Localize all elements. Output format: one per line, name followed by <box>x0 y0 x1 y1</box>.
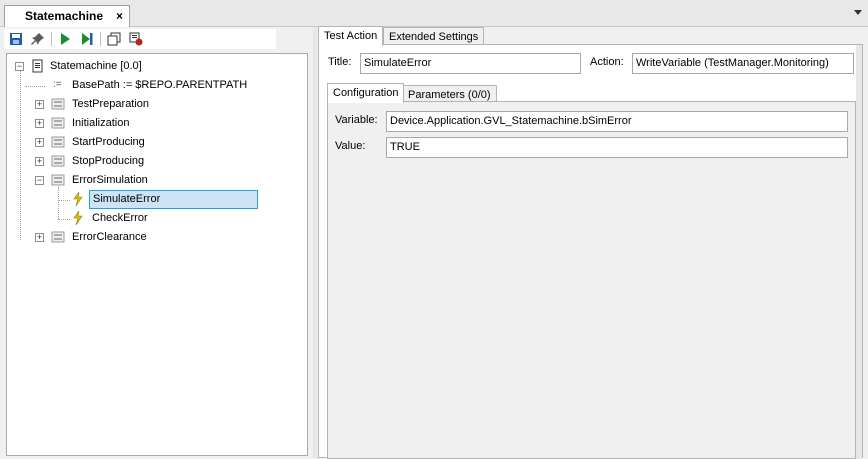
assignment-icon: := <box>53 79 62 90</box>
copy-icon <box>107 32 121 46</box>
step-icon <box>82 33 93 45</box>
tree-item-label: ErrorSimulation <box>72 174 148 186</box>
toolbar-separator <box>100 32 101 46</box>
expand-toggle[interactable]: + <box>35 138 44 147</box>
variable-field[interactable]: Device.Application.GVL_Statemachine.bSim… <box>386 111 848 132</box>
tree-item-label: Initialization <box>72 117 130 129</box>
test-action-page: Title: SimulateError Action: WriteVariab… <box>318 44 863 459</box>
breakpoint-icon <box>129 32 143 46</box>
toolbar-separator <box>51 32 52 46</box>
tree-root[interactable]: − Statemachine [0.0] <box>11 57 301 76</box>
collapse-root-toggle[interactable]: − <box>15 62 24 71</box>
sequence-icon <box>51 98 65 110</box>
tree-item-basepath[interactable]: := BasePath := $REPO.PARENTPATH <box>11 76 301 95</box>
tree-item-checkerror[interactable]: CheckError <box>11 209 301 228</box>
toggle-breakpoint-button[interactable] <box>127 30 145 48</box>
action-field[interactable]: WriteVariable (TestManager.Monitoring) <box>632 53 854 74</box>
variable-label: Variable: <box>335 114 378 126</box>
tree-toolbar <box>4 29 276 49</box>
play-icon <box>61 33 70 45</box>
tree-item-stopproducing[interactable]: + StopProducing <box>11 152 301 171</box>
tree-item-label-selected: SimulateError <box>89 190 258 209</box>
action-icon <box>73 211 83 225</box>
expand-toggle[interactable]: + <box>35 157 44 166</box>
tab-list-dropdown-icon[interactable] <box>854 10 862 15</box>
vertical-scrollbar[interactable] <box>856 45 862 459</box>
configuration-page: Variable: Device.Application.GVL_Statema… <box>327 101 856 459</box>
test-tree[interactable]: − Statemachine [0.0] := BasePath := $REP… <box>6 53 308 456</box>
properties-panel: Test Action Extended Settings Title: Sim… <box>318 26 868 459</box>
expand-toggle[interactable]: + <box>35 233 44 242</box>
tree-item-label: ErrorClearance <box>72 231 147 243</box>
pin-button[interactable] <box>29 30 47 48</box>
sequence-icon <box>51 136 65 148</box>
sequence-icon <box>51 231 65 243</box>
editor-content: − Statemachine [0.0] := BasePath := $REP… <box>0 26 868 459</box>
sequence-icon <box>51 117 65 129</box>
tree-root-label: Statemachine [0.0] <box>50 60 142 72</box>
tree-item-label: StartProducing <box>72 136 145 148</box>
play-button[interactable] <box>56 30 74 48</box>
tree-item-label: TestPreparation <box>72 98 150 110</box>
expand-toggle[interactable]: + <box>35 100 44 109</box>
action-label: Action: <box>590 56 624 68</box>
value-field[interactable]: TRUE <box>386 137 848 158</box>
document-tabstrip: Statemachine × <box>0 0 868 28</box>
tree-item-errorsimulation[interactable]: − ErrorSimulation <box>11 171 301 190</box>
document-tab-statemachine[interactable]: Statemachine × <box>4 5 130 28</box>
save-icon <box>10 33 22 45</box>
tree-item-label: BasePath := $REPO.PARENTPATH <box>72 79 248 91</box>
copy-button[interactable] <box>105 30 123 48</box>
tree-item-label: CheckError <box>92 212 148 224</box>
expand-toggle[interactable]: + <box>35 119 44 128</box>
tree-item-simulateerror[interactable]: SimulateError <box>11 190 301 209</box>
collapse-toggle[interactable]: − <box>35 176 44 185</box>
close-icon[interactable]: × <box>116 6 123 27</box>
document-icon <box>32 59 43 73</box>
title-field[interactable]: SimulateError <box>360 53 581 74</box>
panel-splitter[interactable] <box>313 27 317 458</box>
tree-item-testpreparation[interactable]: + TestPreparation <box>11 95 301 114</box>
action-icon <box>73 192 83 206</box>
pin-icon <box>31 33 44 45</box>
tab-test-action[interactable]: Test Action <box>318 26 384 46</box>
document-tab-title: Statemachine <box>25 9 104 23</box>
step-button[interactable] <box>78 30 96 48</box>
tree-item-errorclearance[interactable]: + ErrorClearance <box>11 228 301 247</box>
sequence-icon <box>51 155 65 167</box>
value-label: Value: <box>335 140 366 152</box>
tree-item-startproducing[interactable]: + StartProducing <box>11 133 301 152</box>
save-button[interactable] <box>7 30 25 48</box>
tree-item-label: StopProducing <box>72 155 145 167</box>
tab-configuration[interactable]: Configuration <box>327 83 405 103</box>
title-label: Title: <box>328 56 352 68</box>
tree-item-initialization[interactable]: + Initialization <box>11 114 301 133</box>
sequence-icon <box>51 174 65 186</box>
